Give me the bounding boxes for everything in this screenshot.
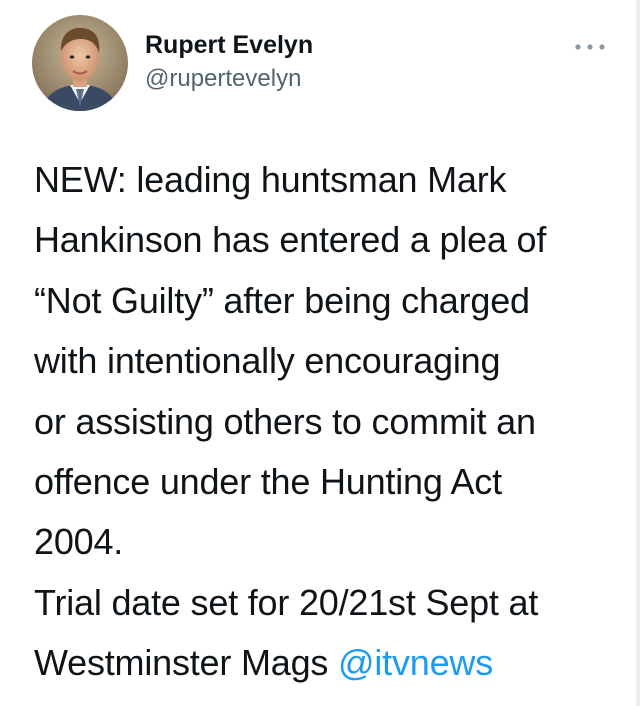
author-handle[interactable]: @rupertevelyn [145,64,301,94]
tweet-line: with intentionally encouraging [34,340,501,382]
tweet-line: NEW: leading huntsman Mark [34,159,507,200]
scrollbar[interactable] [636,0,640,706]
tweet: Rupert Evelyn @rupertevelyn NEW: leading… [0,0,640,706]
tweet-line-last: Westminster Mags @itvnews [34,633,624,693]
tweet-line: offence under the Hunting Act [34,461,502,503]
tweet-line: “Not Guilty” after being charged [34,279,530,321]
author-avatar[interactable] [32,15,128,111]
more-options-button[interactable] [572,38,608,56]
ellipsis-icon [575,44,605,50]
tweet-line: Hankinson has entered a plea of [34,219,547,261]
mention-link-itvnews[interactable]: @itvnews [338,642,493,683]
tweet-line: Trial date set for 20/21st Sept at [34,581,539,623]
tweet-line: or assisting others to commit an [34,400,536,442]
author-name[interactable]: Rupert Evelyn [145,30,313,60]
tweet-line-text: Westminster Mags [34,642,339,684]
tweet-text: NEW: leading huntsman Mark Hankinson has… [34,150,624,694]
avatar-photo [32,15,128,111]
tweet-line: 2004. [34,521,124,563]
